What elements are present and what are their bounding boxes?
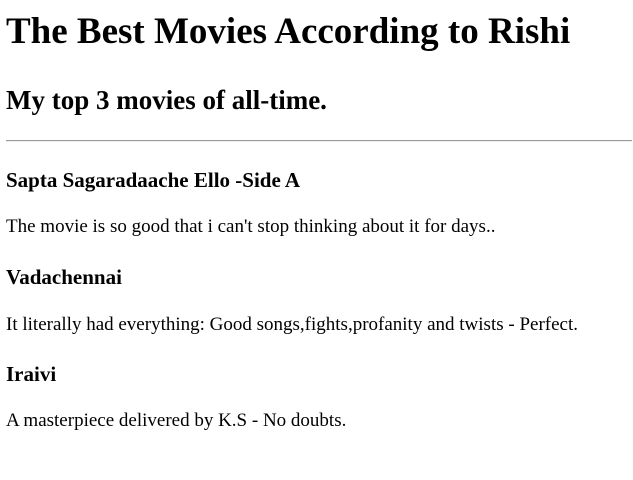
page: The Best Movies According to Rishi My to… — [0, 0, 633, 480]
divider — [6, 140, 632, 142]
movie-entry-1: Sapta Sagaradaache Ello -Side A The movi… — [6, 167, 626, 237]
movie-description: A masterpiece delivered by K.S - No doub… — [6, 410, 347, 431]
movie-entry-2: Vadachennai It literally had everything:… — [6, 264, 626, 335]
movie-title: Vadachennai — [6, 265, 122, 289]
page-title: The Best Movies According to Rishi — [6, 11, 571, 52]
page-subtitle: My top 3 movies of all-time. — [6, 85, 327, 115]
movie-description: The movie is so good that i can't stop t… — [6, 216, 496, 237]
movie-title: Iraivi — [6, 362, 57, 386]
movie-description: It literally had everything: Good songs,… — [6, 314, 578, 335]
movie-entry-3: Iraivi A masterpiece delivered by K.S - … — [6, 361, 626, 431]
movie-title: Sapta Sagaradaache Ello -Side A — [6, 168, 301, 192]
